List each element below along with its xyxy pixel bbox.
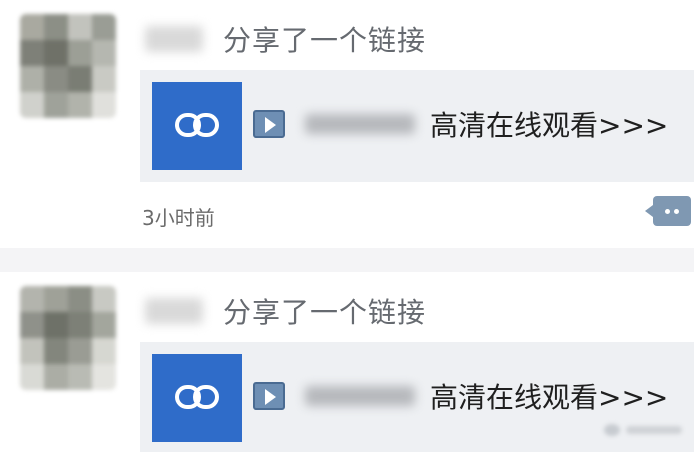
avatar[interactable] xyxy=(20,14,116,118)
link-title-blurred xyxy=(305,386,415,406)
post-action-text: 分享了一个链接 xyxy=(223,24,427,57)
link-icon xyxy=(175,385,219,409)
link-icon xyxy=(175,113,219,137)
post-action-text: 分享了一个链接 xyxy=(223,296,427,329)
watermark-blurred xyxy=(604,420,684,440)
username-blurred[interactable] xyxy=(145,298,203,324)
username-blurred[interactable] xyxy=(145,26,203,52)
play-icon xyxy=(253,110,285,138)
avatar[interactable] xyxy=(20,286,116,390)
link-title-blurred xyxy=(305,114,415,134)
link-card[interactable]: 高清在线观看>>> xyxy=(140,70,694,182)
post-time: 3小时前 xyxy=(142,206,215,230)
link-title: 高清在线观看>>> xyxy=(430,109,669,142)
play-icon xyxy=(253,382,285,410)
link-thumbnail xyxy=(152,354,242,442)
link-title: 高清在线观看>>> xyxy=(430,381,669,414)
moments-post: 分享了一个链接 高清在线观看>>> 3小时前 xyxy=(0,0,694,248)
link-thumbnail xyxy=(152,82,242,170)
moments-post: 分享了一个链接 高清在线观看>>> xyxy=(0,272,694,452)
comment-icon[interactable] xyxy=(645,196,691,226)
